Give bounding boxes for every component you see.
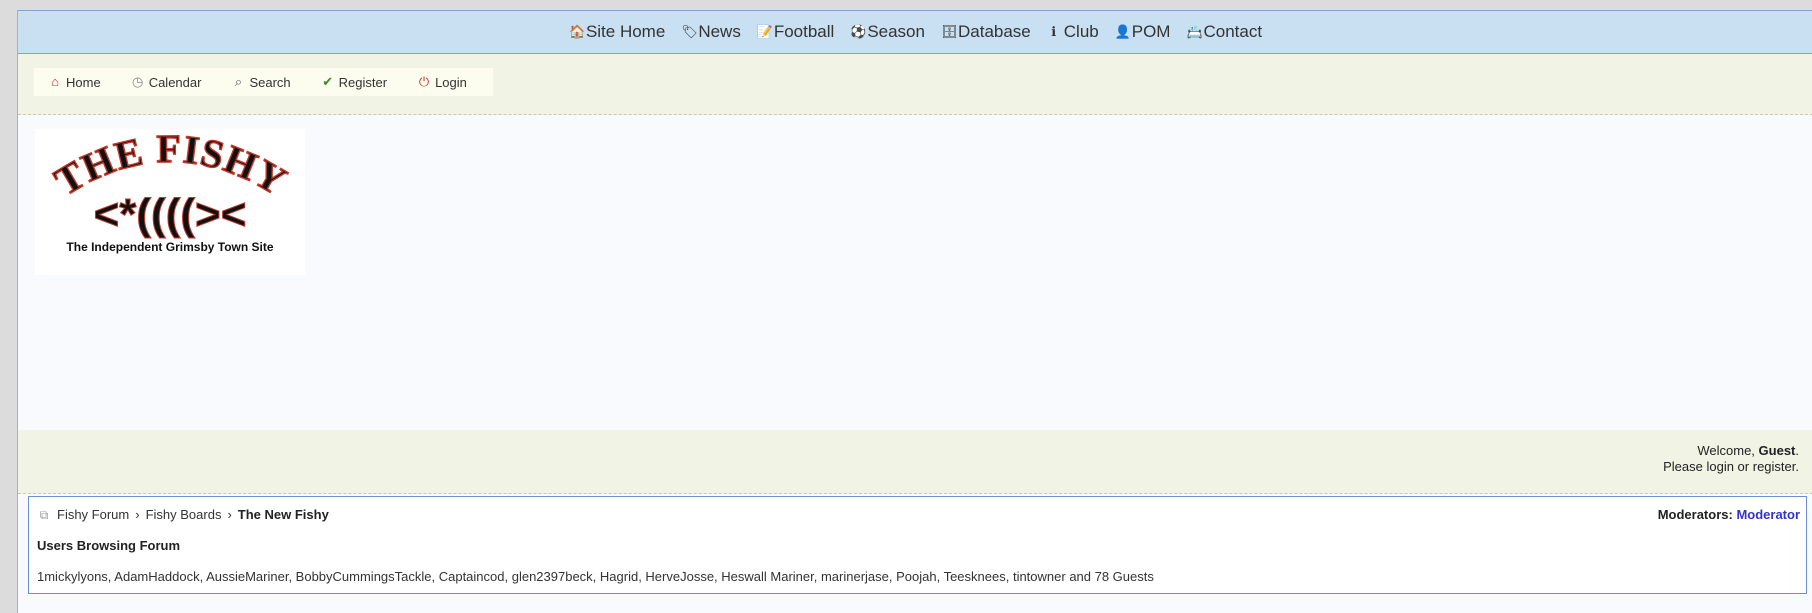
top-navigation: 🏠 Site Home 🏷 News 📝 Football ⚽ Season 🗄…: [18, 10, 1812, 54]
clock-icon: ◷: [132, 74, 144, 89]
nav-contact[interactable]: 📇 Contact: [1186, 22, 1262, 42]
check-icon: ✔: [322, 74, 334, 89]
logo-fish: <*((((><: [94, 190, 247, 239]
breadcrumb-separator: ›: [227, 507, 232, 522]
power-icon: ⏻: [418, 74, 430, 89]
tag-icon: 🏷: [681, 24, 698, 39]
logo-tagline: The Independent Grimsby Town Site: [66, 240, 273, 254]
breadcrumb-separator: ›: [135, 507, 140, 522]
nav-site-home[interactable]: 🏠 Site Home: [569, 22, 665, 42]
welcome-end: .: [1795, 459, 1799, 474]
forum-folder-icon: ⧉: [39, 507, 49, 522]
search-icon: ⌕: [234, 74, 243, 89]
nav-database-label: Database: [957, 22, 1031, 41]
login-link[interactable]: login: [1706, 459, 1733, 474]
menu-home[interactable]: ⌂ Home: [48, 75, 101, 90]
menu-calendar-label: Calendar: [148, 74, 202, 90]
welcome-user: Guest: [1758, 443, 1796, 458]
breadcrumb-current: The New Fishy: [237, 507, 329, 522]
nav-football[interactable]: 📝 Football: [757, 22, 834, 42]
nav-pom[interactable]: 👤 POM: [1115, 22, 1171, 42]
nav-contact-label: Contact: [1203, 22, 1263, 41]
football-icon: ⚽: [850, 24, 867, 39]
moderator-link[interactable]: Moderator: [1736, 507, 1800, 522]
nav-football-label: Football: [773, 22, 835, 41]
welcome-message: Welcome, Guest. Please login or register…: [1663, 443, 1799, 475]
forum-menu-bar: ⌂ Home ◷ Calendar ⌕ Search ✔ Register ⏻ …: [18, 54, 1812, 115]
menu-login-label: Login: [435, 74, 467, 90]
header-logo-area: THE FISHY <*((((>< The Independent Grims…: [18, 115, 1812, 430]
menu-search-label: Search: [249, 74, 291, 90]
pencil-icon: 📝: [756, 24, 774, 39]
home-icon: 🏠: [568, 24, 586, 39]
menu-login[interactable]: ⏻ Login: [417, 75, 467, 90]
logo-graphic: THE FISHY <*((((>< The Independent Grims…: [46, 129, 294, 254]
users-browsing-list: 1mickylyons, AdamHaddock, AussieMariner,…: [37, 569, 1154, 584]
nav-pom-label: POM: [1131, 22, 1171, 41]
moderators: Moderators: Moderator: [1658, 507, 1800, 522]
nav-club-label: Club: [1063, 22, 1099, 41]
user-bar: Welcome, Guest. Please login or register…: [18, 430, 1812, 494]
menu-home-label: Home: [66, 74, 101, 90]
menu-register[interactable]: ✔ Register: [321, 75, 387, 90]
menu-register-label: Register: [338, 74, 388, 90]
home-icon: ⌂: [51, 74, 59, 89]
nav-database[interactable]: 🗄 Database: [941, 22, 1031, 42]
database-icon: 🗄: [940, 24, 958, 39]
menu-calendar[interactable]: ◷ Calendar: [131, 74, 202, 90]
nav-season[interactable]: ⚽ Season: [850, 22, 925, 42]
breadcrumb: ⧉ Fishy Forum › Fishy Boards › The New F…: [37, 507, 329, 522]
user-icon: 👤: [1114, 24, 1131, 39]
moderators-label: Moderators:: [1657, 507, 1737, 522]
breadcrumb-fishy-forum[interactable]: Fishy Forum: [57, 507, 129, 522]
menu-search[interactable]: ⌕ Search: [231, 74, 291, 90]
welcome-line2-prefix: Please: [1663, 459, 1707, 474]
forum-menu: ⌂ Home ◷ Calendar ⌕ Search ✔ Register ⏻ …: [34, 68, 493, 96]
welcome-or: or: [1733, 459, 1753, 474]
nav-news[interactable]: 🏷 News: [681, 22, 741, 42]
info-icon: ℹ: [1051, 24, 1057, 39]
welcome-suffix: .: [1795, 443, 1799, 458]
site-logo[interactable]: THE FISHY <*((((>< The Independent Grims…: [35, 129, 305, 275]
nav-news-label: News: [698, 22, 741, 41]
forum-info-box: ⧉ Fishy Forum › Fishy Boards › The New F…: [28, 496, 1807, 594]
contact-icon: 📇: [1186, 24, 1203, 39]
nav-site-home-label: Site Home: [585, 22, 666, 41]
nav-season-label: Season: [867, 22, 925, 41]
nav-club[interactable]: ℹ Club: [1047, 22, 1099, 42]
welcome-prefix: Welcome,: [1697, 443, 1759, 458]
register-link[interactable]: register: [1753, 459, 1796, 474]
users-browsing-title: Users Browsing Forum: [37, 538, 181, 553]
breadcrumb-fishy-boards[interactable]: Fishy Boards: [146, 507, 222, 522]
